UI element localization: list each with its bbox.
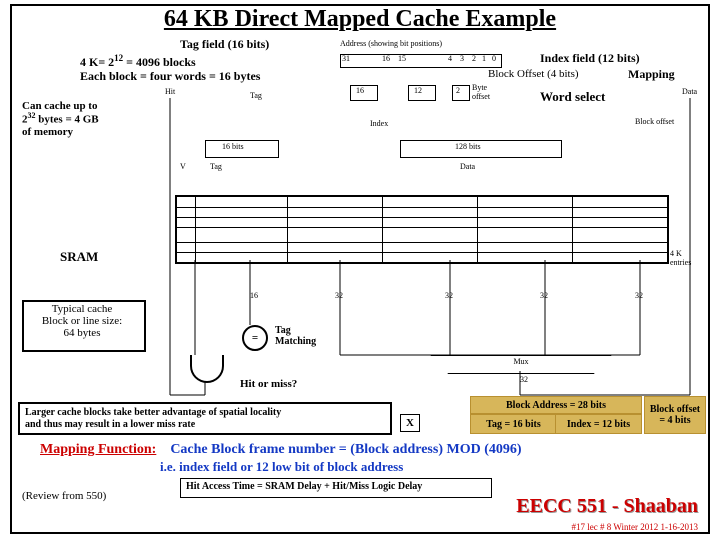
data-header2: Data	[460, 163, 475, 172]
comparator: =	[242, 325, 268, 351]
w32c: 32	[540, 292, 548, 301]
address-caption: Address (showing bit positions)	[340, 40, 442, 49]
word-select: Word select	[540, 90, 605, 104]
block-offset2: Block offset	[635, 118, 674, 127]
box2	[452, 85, 470, 101]
data-label-right: Data	[682, 88, 697, 97]
mux-out-32: 32	[520, 376, 528, 385]
spatial-locality-note: Larger cache blocks take better advantag…	[18, 402, 392, 435]
bit3: 3	[460, 55, 464, 64]
x-box: X	[400, 414, 420, 432]
eq-icon: =	[252, 332, 258, 344]
sl-l2: and thus may result in a lower miss rate	[25, 419, 195, 430]
bit15: 15	[398, 55, 406, 64]
byte-offset: Byte offset	[472, 84, 490, 102]
mapping-function-line: Mapping Function: Cache Block frame numb…	[40, 442, 522, 457]
mux: Mux	[430, 355, 612, 374]
tag-label: Tag	[250, 92, 262, 101]
ba-off: Block offset = 4 bits	[650, 404, 700, 426]
hit-or-miss: Hit or miss?	[240, 378, 297, 390]
bits128-box	[400, 140, 562, 158]
cc-c: bytes = 4 GB	[36, 114, 99, 126]
footer-sub: #17 lec # 8 Winter 2012 1-16-2013	[572, 522, 698, 532]
bit1: 1	[482, 55, 486, 64]
bit16: 16	[382, 55, 390, 64]
typical-block: Typical cache Block or line size: 64 byt…	[28, 303, 136, 339]
cc-sup: 32	[28, 111, 36, 120]
box12	[408, 85, 436, 101]
bits16-lbl: 16 bits	[222, 143, 244, 152]
hit-label: Hit	[165, 88, 175, 97]
cc-d: of memory	[22, 126, 73, 138]
tag-matching: Tag Matching	[275, 325, 316, 347]
blocks-a: 4 K= 2	[80, 55, 114, 69]
ba-idx: Index = 12 bits	[567, 419, 630, 430]
block-addr-idx: Index = 12 bits	[555, 414, 642, 434]
index-label: Index	[370, 120, 388, 129]
page-title: 64 KB Direct Mapped Cache Example	[0, 6, 720, 33]
mf-rest: Cache Block frame number = (Block addres…	[170, 442, 521, 457]
blocks-sup: 12	[114, 53, 123, 63]
v-header: V	[180, 163, 186, 172]
tag-field-label: Tag field (16 bits)	[180, 38, 269, 51]
mapping-label: Mapping	[628, 68, 675, 81]
tag-header2: Tag	[210, 163, 222, 172]
block-addr-top: Block Address = 28 bits	[470, 396, 642, 414]
review-note: (Review from 550)	[22, 490, 106, 502]
ba-row1: Block Address = 28 bits	[506, 400, 606, 411]
bit2: 2	[472, 55, 476, 64]
x-label: X	[406, 417, 414, 429]
bit4: 4	[448, 55, 452, 64]
course-logo: EECC 551 - Shaaban	[516, 495, 698, 518]
lbl12: 12	[414, 87, 422, 96]
w32a: 32	[335, 292, 343, 301]
bits128-lbl: 128 bits	[455, 143, 481, 152]
hit-access: Hit Access Time = SRAM Delay + Hit/Miss …	[186, 481, 422, 492]
blocks-b: = 4096 blocks	[126, 55, 196, 69]
blocks-count: 4 K= 212 = 4096 blocks	[80, 54, 196, 69]
index-field-label: Index field (12 bits)	[540, 52, 640, 65]
can-cache: Can cache up to 232 bytes = 4 GB of memo…	[22, 100, 99, 138]
sram-entries: 4 K entries	[670, 250, 691, 268]
block-offset-label: Block Offset (4 bits)	[488, 68, 579, 80]
sl-l1: Larger cache blocks take better advantag…	[25, 407, 281, 418]
ba-tag: Tag = 16 bits	[486, 419, 541, 430]
block-addr-off: Block offset = 4 bits	[644, 396, 706, 434]
lbl16: 16	[356, 87, 364, 96]
bit-box	[340, 54, 502, 68]
each-block: Each block = four words = 16 bytes	[80, 70, 260, 83]
box16	[350, 85, 378, 101]
w32d: 32	[635, 292, 643, 301]
sram-label: SRAM	[60, 250, 98, 264]
block-addr-tag: Tag = 16 bits	[470, 414, 557, 434]
bit0: 0	[492, 55, 496, 64]
lbl2: 2	[456, 87, 460, 96]
mapping-sub: i.e. index field or 12 low bit of block …	[160, 460, 403, 474]
w32b: 32	[445, 292, 453, 301]
bit31: 31	[342, 55, 350, 64]
sram-array	[175, 195, 669, 264]
mux-label: Mux	[513, 357, 528, 366]
mf-label: Mapping Function:	[40, 442, 156, 457]
w16-out: 16	[250, 292, 258, 301]
